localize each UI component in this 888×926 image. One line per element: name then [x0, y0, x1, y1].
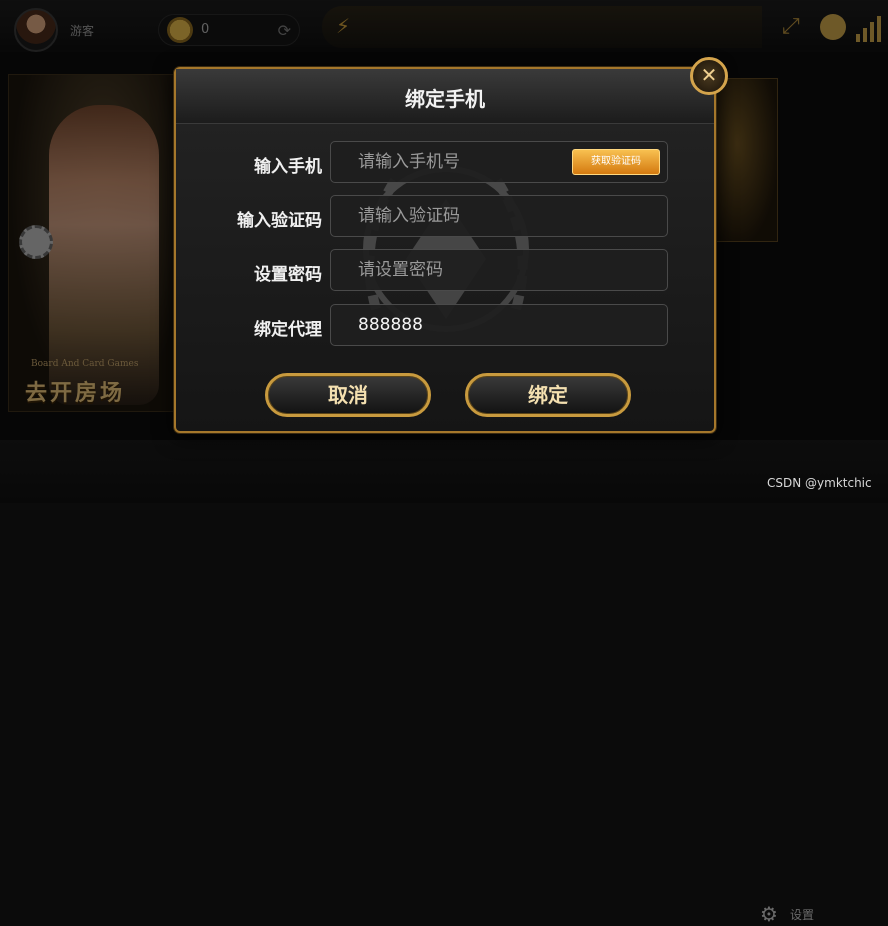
close-icon[interactable]: ✕	[690, 57, 728, 95]
phone-label: 输入手机	[254, 157, 322, 177]
get-code-button[interactable]: 获取验证码	[572, 149, 660, 175]
cancel-button[interactable]: 取消	[265, 373, 431, 417]
verification-code-field-box	[330, 195, 668, 237]
settings-gear-icon[interactable]: ⚙	[760, 902, 778, 926]
dialog-title: 绑定手机	[405, 87, 485, 111]
password-label: 设置密码	[254, 265, 322, 285]
password-input[interactable]	[331, 250, 667, 290]
password-field-box	[330, 249, 668, 291]
bind-button[interactable]: 绑定	[465, 373, 631, 417]
dialog-header: 绑定手机	[176, 69, 714, 124]
settings-label[interactable]: 设置	[790, 906, 814, 923]
verification-code-label: 输入验证码	[237, 211, 322, 231]
verification-code-input[interactable]	[331, 196, 667, 236]
agent-input[interactable]	[331, 305, 667, 345]
agent-label: 绑定代理	[254, 320, 322, 340]
watermark: CSDN @ymktchic	[767, 476, 872, 490]
agent-field-box	[330, 304, 668, 346]
